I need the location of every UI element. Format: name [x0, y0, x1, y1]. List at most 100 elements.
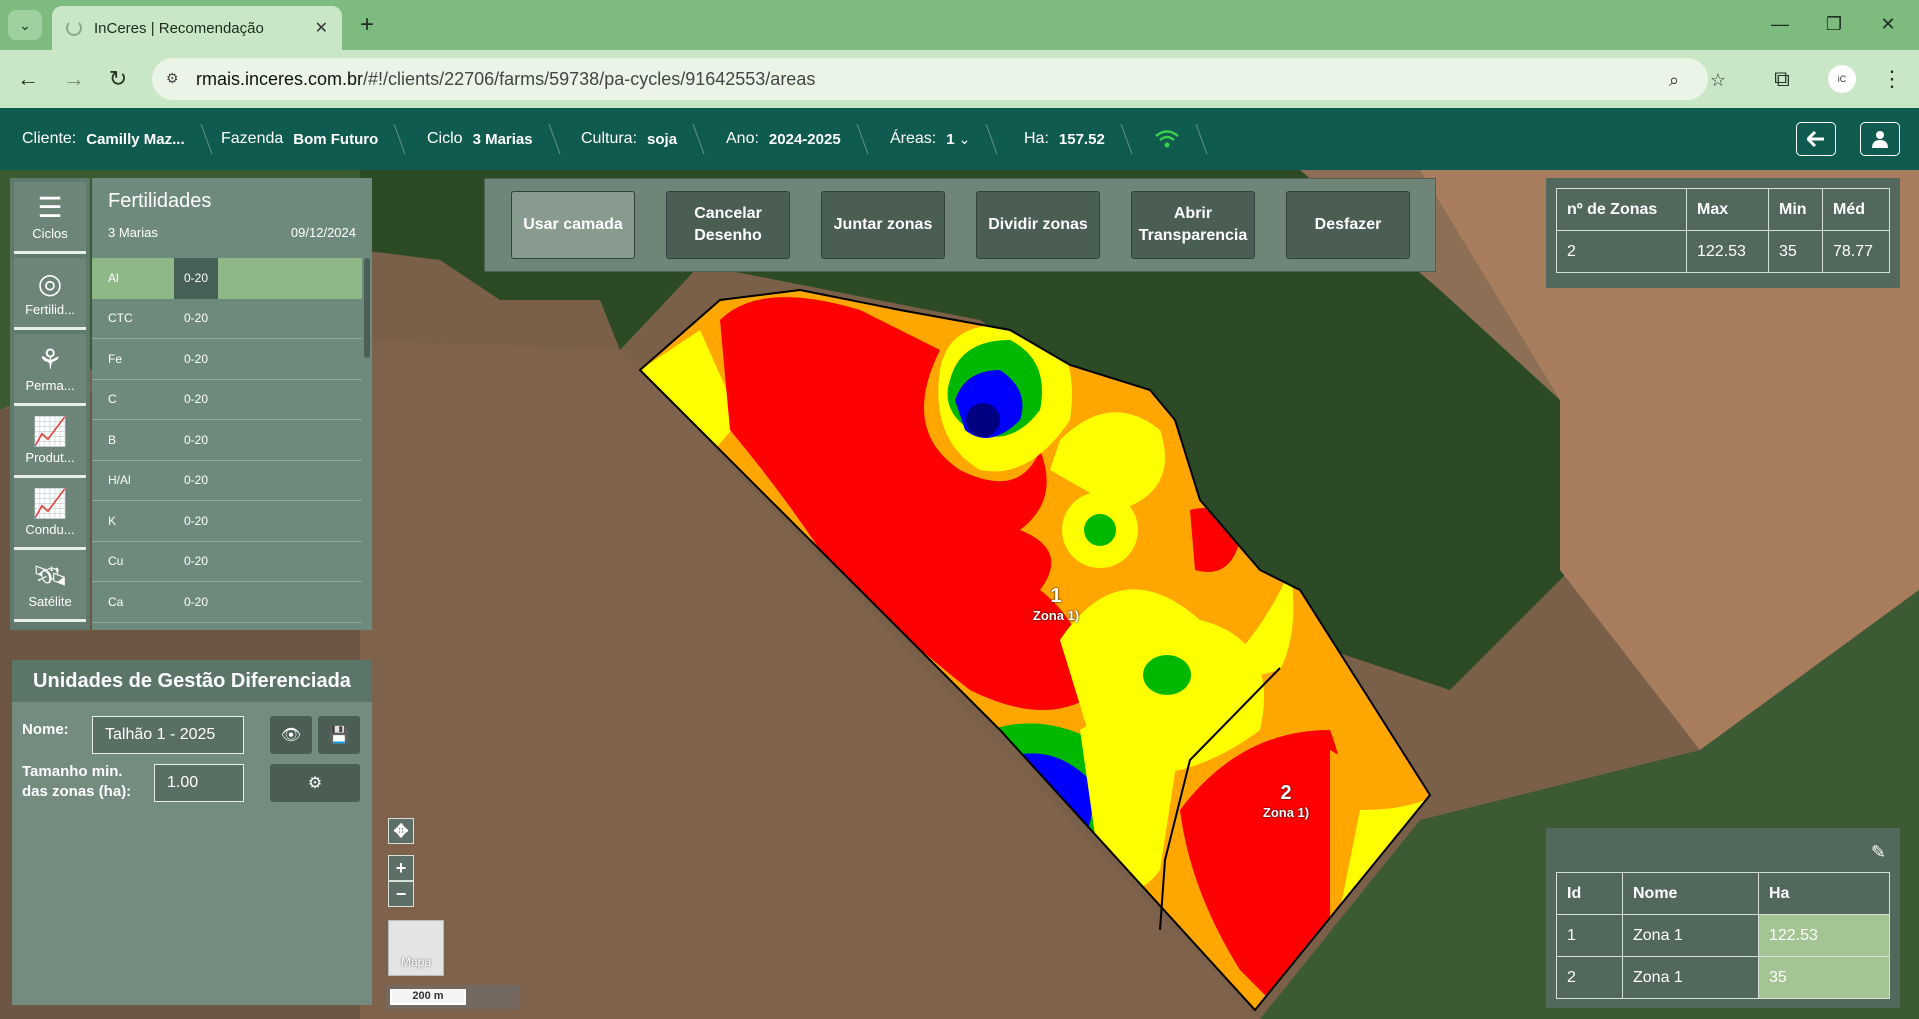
- dividir-zonas-button[interactable]: Dividir zonas: [976, 191, 1100, 259]
- generate-zones-button[interactable]: ⚙: [270, 764, 360, 802]
- tab-list-button[interactable]: ⌄: [8, 10, 42, 40]
- list-item[interactable]: CTC 0-20: [92, 299, 362, 339]
- plants-icon: ⚘: [37, 344, 63, 375]
- juntar-zonas-button[interactable]: Juntar zonas: [821, 191, 945, 259]
- url-path: /#!/clients/22706/farms/59738/pa-cycles/…: [363, 68, 816, 89]
- back-icon[interactable]: ←: [12, 63, 44, 95]
- attribute-name: Ca: [108, 594, 124, 609]
- table-row[interactable]: 1 Zona 1 122.53: [1556, 914, 1890, 957]
- sidebar-item-produtividade[interactable]: 📈 Produt...: [14, 406, 86, 478]
- table-cell: 35: [1768, 230, 1823, 273]
- zone-1-label[interactable]: 1 Zona 1): [1024, 585, 1088, 623]
- sidebar-item-fertilidades[interactable]: ◎ Fertilid...: [14, 258, 86, 330]
- zoom-icon[interactable]: ⌕: [1662, 68, 1686, 92]
- cultura-label: Cultura:: [581, 130, 638, 147]
- list-item[interactable]: Fe 0-20: [92, 339, 362, 380]
- restore-button[interactable]: ❐: [1814, 8, 1854, 40]
- list-item[interactable]: Cu 0-20: [92, 542, 362, 582]
- list-scrollbar[interactable]: [364, 258, 370, 358]
- site-info-icon[interactable]: ⚙: [166, 70, 184, 88]
- breadcrumb-ha: Ha: 157.52: [1024, 108, 1133, 170]
- breadcrumb-cliente[interactable]: Cliente: Camilly Maz...: [22, 108, 213, 170]
- list-item[interactable]: B 0-20: [92, 420, 362, 461]
- column-header: Max: [1686, 188, 1769, 231]
- breadcrumb-cultura[interactable]: Cultura: soja: [581, 108, 705, 170]
- zone-2-number: 2: [1280, 782, 1292, 804]
- breadcrumb-ano[interactable]: Ano: 2024-2025: [726, 108, 869, 170]
- button-label: Transparencia: [1138, 227, 1248, 244]
- attribute-name: B: [108, 432, 117, 447]
- breadcrumb-areas[interactable]: Áreas: 1 ⌄: [890, 108, 998, 170]
- close-window-button[interactable]: ✕: [1868, 8, 1908, 40]
- chart-icon: 📈: [32, 488, 68, 519]
- cultura-value: soja: [647, 130, 678, 148]
- zoom-in-button[interactable]: +: [388, 855, 414, 881]
- sidebar-item-condutividade[interactable]: 📈 Condu...: [14, 478, 86, 550]
- view-button[interactable]: 👁: [270, 716, 312, 754]
- extensions-icon[interactable]: ⧉: [1766, 63, 1798, 95]
- table-cell: Zona 1: [1622, 914, 1759, 957]
- back-arrow-button[interactable]: [1796, 122, 1836, 156]
- attribute-name: C: [108, 392, 117, 407]
- browser-tab[interactable]: InCeres | Recomendação ✕: [52, 6, 342, 50]
- breadcrumb-fazenda[interactable]: Fazenda Bom Futuro: [221, 108, 406, 170]
- profile-avatar[interactable]: iC: [1828, 65, 1856, 93]
- list-item[interactable]: H/Al 0-20: [92, 461, 362, 501]
- sidebar-item-permanencia[interactable]: ⚘ Perma...: [14, 334, 86, 406]
- breadcrumb-separator: [187, 124, 213, 154]
- sidebar-item-ciclos[interactable]: ☰ Ciclos: [14, 182, 86, 254]
- tamanho-min-field[interactable]: 1.00: [154, 764, 244, 802]
- attribute-name: Al: [108, 271, 119, 286]
- table-cell: 2: [1556, 230, 1687, 273]
- pan-icon[interactable]: ✥: [388, 818, 414, 844]
- save-button[interactable]: 💾: [318, 716, 360, 754]
- button-label: Cancelar: [694, 205, 762, 222]
- list-item[interactable]: Ca 0-20: [92, 582, 362, 623]
- close-tab-icon[interactable]: ✕: [315, 18, 328, 38]
- eye-icon: 👁: [280, 727, 302, 744]
- sidebar-item-satelite[interactable]: 🛰 Satélite: [14, 550, 86, 622]
- ha-label: Ha:: [1024, 130, 1049, 147]
- list-item[interactable]: C 0-20: [92, 380, 362, 420]
- scale-bar: 200 m: [386, 985, 520, 1009]
- basemap-toggle[interactable]: Mapa: [388, 920, 444, 976]
- desfazer-button[interactable]: Desfazer: [1286, 191, 1410, 259]
- sidebar-item-label: Perma...: [25, 378, 75, 393]
- globe-icon: ◎: [37, 268, 63, 299]
- list-icon: ☰: [37, 192, 63, 223]
- table-cell: 78.77: [1822, 230, 1890, 273]
- new-tab-button[interactable]: +: [352, 10, 382, 40]
- usar-camada-button[interactable]: Usar camada: [511, 191, 635, 259]
- button-label: Dividir zonas: [988, 216, 1088, 233]
- breadcrumb-ciclo[interactable]: Ciclo 3 Marias: [427, 108, 561, 170]
- forward-icon[interactable]: →: [58, 63, 90, 95]
- fertilidades-panel: Fertilidades 3 Marias 09/12/2024 Al 0-20…: [92, 178, 372, 630]
- ano-value: 2024-2025: [768, 130, 841, 148]
- button-label: Desenho: [694, 227, 762, 244]
- table-row[interactable]: 2 Zona 1 35: [1556, 956, 1890, 999]
- label-line: das zonas (ha):: [22, 783, 132, 800]
- attribute-depth: 0-20: [183, 513, 209, 528]
- connection-wifi-icon: [1154, 108, 1208, 170]
- column-header: Min: [1768, 188, 1823, 231]
- cancelar-desenho-button[interactable]: Cancelar Desenho: [666, 191, 790, 259]
- sidebar: ☰ Ciclos ◎ Fertilid... ⚘ Perma... 📈 Prod…: [10, 178, 90, 630]
- zone-2-label[interactable]: 2 Zona 1): [1254, 782, 1318, 820]
- fertilidades-date: 09/12/2024: [290, 225, 356, 240]
- minimize-button[interactable]: —: [1760, 8, 1800, 40]
- abrir-transparencia-button[interactable]: Abrir Transparencia: [1131, 191, 1255, 259]
- tamanho-label: Tamanho min. das zonas (ha):: [22, 762, 131, 802]
- column-header: nº de Zonas: [1556, 188, 1687, 231]
- reload-icon[interactable]: ↻: [102, 63, 134, 95]
- url-field[interactable]: ⚙ rmais.inceres.com.br/#!/clients/22706/…: [152, 58, 1726, 100]
- scale-label: 200 m: [390, 989, 466, 1005]
- more-menu-icon[interactable]: ⋮: [1876, 63, 1908, 95]
- zoom-out-button[interactable]: −: [388, 881, 414, 907]
- nome-field[interactable]: Talhão 1 - 2025: [92, 716, 244, 754]
- list-item[interactable]: K 0-20: [92, 501, 362, 542]
- list-item[interactable]: Al 0-20: [92, 258, 362, 299]
- user-icon[interactable]: [1860, 122, 1900, 156]
- bookmark-star-icon[interactable]: ☆: [1706, 68, 1730, 92]
- pencil-icon[interactable]: ✎: [1871, 842, 1886, 863]
- attribute-depth: 0-20: [183, 432, 209, 447]
